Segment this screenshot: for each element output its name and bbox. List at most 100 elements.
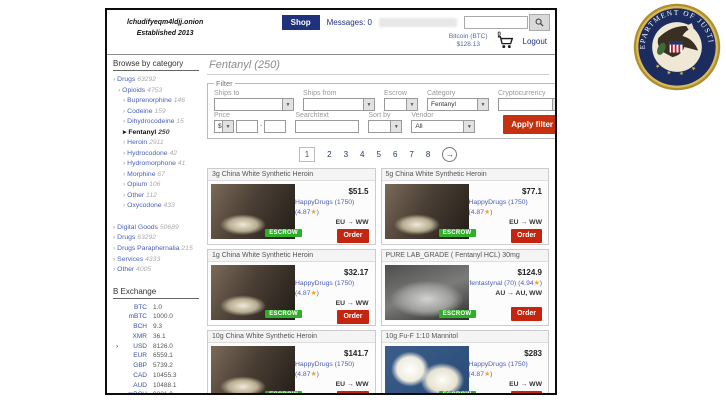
- product-title[interactable]: PURE LAB_GRADE ( Fentanyl HCL) 30mg: [382, 250, 549, 262]
- page-number[interactable]: 6: [393, 150, 397, 159]
- apply-filter-button[interactable]: Apply filter: [503, 115, 555, 134]
- sidebar-category-item[interactable]: Digital Goods 50689: [113, 223, 200, 234]
- page-number[interactable]: 1: [299, 147, 315, 162]
- category-label: Dihydrocodeine: [127, 118, 174, 125]
- escrow-badge: ESCROW: [265, 310, 302, 318]
- category-count: 63292: [137, 234, 156, 241]
- searchtext-input[interactable]: [295, 120, 359, 133]
- vendor-link[interactable]: HappyDrugs (1750) (4.87★): [295, 360, 369, 380]
- product-image[interactable]: ESCROW: [211, 265, 295, 320]
- vendor-rating-close: ): [317, 371, 319, 378]
- page-number[interactable]: 7: [409, 150, 413, 159]
- sidebar-category-item[interactable]: Drugs Paraphernalia 215: [113, 244, 200, 255]
- category-label: Morphine: [127, 171, 155, 178]
- order-button[interactable]: Order: [511, 307, 542, 322]
- page-number-label: 4: [360, 150, 364, 159]
- sidebar-category-item[interactable]: Oxycodone 433: [123, 201, 200, 212]
- page-number[interactable]: 3: [344, 150, 348, 159]
- browse-header: Browse by category: [113, 59, 199, 71]
- sidebar-category-item[interactable]: Drugs 63292: [113, 75, 200, 86]
- cryptocurrency-select[interactable]: ▼: [498, 98, 555, 111]
- product-title[interactable]: 10g China White Synthetic Heroin: [208, 331, 375, 343]
- header-bottom-row: Bitcoin (BTC) $128.13 0 Logout: [449, 33, 547, 49]
- escrow-badge: ESCROW: [265, 391, 302, 395]
- page-number[interactable]: 5: [377, 150, 381, 159]
- cryptocurrency-label: Cryptocurrency: [498, 90, 555, 97]
- search-button[interactable]: [529, 14, 550, 31]
- order-button[interactable]: Order: [511, 229, 542, 244]
- escrow-badge: ESCROW: [265, 229, 302, 237]
- price-max-input[interactable]: [264, 120, 286, 133]
- page-number[interactable]: 2: [327, 150, 331, 159]
- shipping-route: AU → AU, WW: [495, 289, 542, 299]
- shop-button[interactable]: Shop: [282, 15, 320, 30]
- exchange-header: B Exchange: [113, 287, 199, 299]
- search-input[interactable]: [464, 16, 528, 29]
- vendor-link[interactable]: fentastynal (70) (4.94★): [469, 279, 542, 289]
- page-number[interactable]: 8: [426, 150, 430, 159]
- sidebar-category-item[interactable]: Opioids 4753: [118, 86, 200, 97]
- product-image[interactable]: ESCROW: [385, 184, 469, 239]
- currency-value: 36.1: [153, 332, 166, 342]
- currency-value: 9.3: [153, 322, 162, 332]
- page-number-label: 1: [305, 150, 309, 159]
- escrow-select[interactable]: ▼: [384, 98, 418, 111]
- price-currency-select[interactable]: $▼: [214, 120, 234, 133]
- sidebar-category-item[interactable]: Codeine 159: [123, 107, 200, 118]
- product-image[interactable]: ESCROW: [385, 346, 469, 395]
- messages-link[interactable]: Messages: 0: [327, 18, 372, 27]
- vendor-rating-close: ): [540, 280, 542, 287]
- vendor-select[interactable]: All▼: [411, 120, 475, 133]
- sidebar-category-item[interactable]: Morphine 67: [123, 170, 200, 181]
- sort-by-select[interactable]: ▼: [368, 120, 402, 133]
- sidebar-category-item[interactable]: Dihydrocodeine 15: [123, 117, 200, 128]
- category-count: 250: [158, 129, 169, 136]
- ships-to-select[interactable]: ▼: [214, 98, 294, 111]
- product-image[interactable]: ESCROW: [211, 184, 295, 239]
- sidebar-category-item[interactable]: Hydrocodone 42: [123, 149, 200, 160]
- sidebar-category-item[interactable]: Services 4333: [113, 255, 200, 266]
- product-title[interactable]: 10g Fu-F 1:10 Mannitol: [382, 331, 549, 343]
- ships-from-select[interactable]: ▼: [303, 98, 375, 111]
- category-count: 4333: [145, 256, 160, 263]
- sidebar-category-item[interactable]: Buprenorphine 146: [123, 96, 200, 107]
- sidebar-category-item[interactable]: Heroin 2911: [123, 138, 200, 149]
- category-select[interactable]: Fentanyl▼: [427, 98, 489, 111]
- next-page-button[interactable]: →: [442, 147, 457, 162]
- sidebar-category-item[interactable]: Other 4005: [113, 265, 200, 276]
- currency-value: 6559.1: [153, 351, 173, 361]
- sidebar-category-item[interactable]: Opium 106: [123, 180, 200, 191]
- order-button[interactable]: Order: [511, 391, 542, 395]
- vendor-link[interactable]: HappyDrugs (1750) (4.87★): [295, 279, 369, 299]
- currency-value: 5739.2: [153, 361, 173, 371]
- chevron-down-icon: ▼: [222, 121, 233, 132]
- bitcoin-price: $128.13: [449, 41, 488, 49]
- sidebar-category-item[interactable]: Hydromorphone 41: [123, 159, 200, 170]
- category-label: Category: [427, 90, 489, 97]
- sidebar-category-item[interactable]: Other 112: [123, 191, 200, 202]
- logout-link[interactable]: Logout: [523, 37, 547, 46]
- bitcoin-label: Bitcoin (BTC): [449, 33, 488, 41]
- order-button[interactable]: Order: [337, 391, 368, 395]
- product-title[interactable]: 1g China White Synthetic Heroin: [208, 250, 375, 262]
- vendor-select-value: All: [412, 123, 422, 130]
- product-title[interactable]: 5g China White Synthetic Heroin: [382, 169, 549, 181]
- product-title[interactable]: 3g China White Synthetic Heroin: [208, 169, 375, 181]
- page-number-label: 6: [393, 150, 397, 159]
- cart-button[interactable]: 0: [497, 34, 514, 49]
- product-card-body: ESCROW $283 HappyDrugs (1750) (4.87★) EU…: [382, 343, 549, 395]
- vendor-link[interactable]: HappyDrugs (1750) (4.87★): [469, 198, 543, 218]
- vendor-link[interactable]: HappyDrugs (1750) (4.87★): [295, 198, 369, 218]
- page-number[interactable]: 4: [360, 150, 364, 159]
- product-image[interactable]: ESCROW: [211, 346, 295, 395]
- category-list: Drugs 63292 Opioids 4753 Buprenorphine 1…: [113, 75, 200, 212]
- product-price: $141.7: [344, 348, 368, 360]
- price-min-input[interactable]: [236, 120, 258, 133]
- order-button[interactable]: Order: [337, 310, 368, 325]
- sidebar-category-item[interactable]: Drugs 63292: [113, 233, 200, 244]
- order-button[interactable]: Order: [337, 229, 368, 244]
- vendor-link[interactable]: HappyDrugs (1750) (4.87★): [469, 360, 543, 380]
- sidebar-category-item[interactable]: Fentanyl 250: [123, 128, 200, 139]
- currency-code: AUD: [113, 381, 153, 391]
- product-image[interactable]: ESCROW: [385, 265, 469, 320]
